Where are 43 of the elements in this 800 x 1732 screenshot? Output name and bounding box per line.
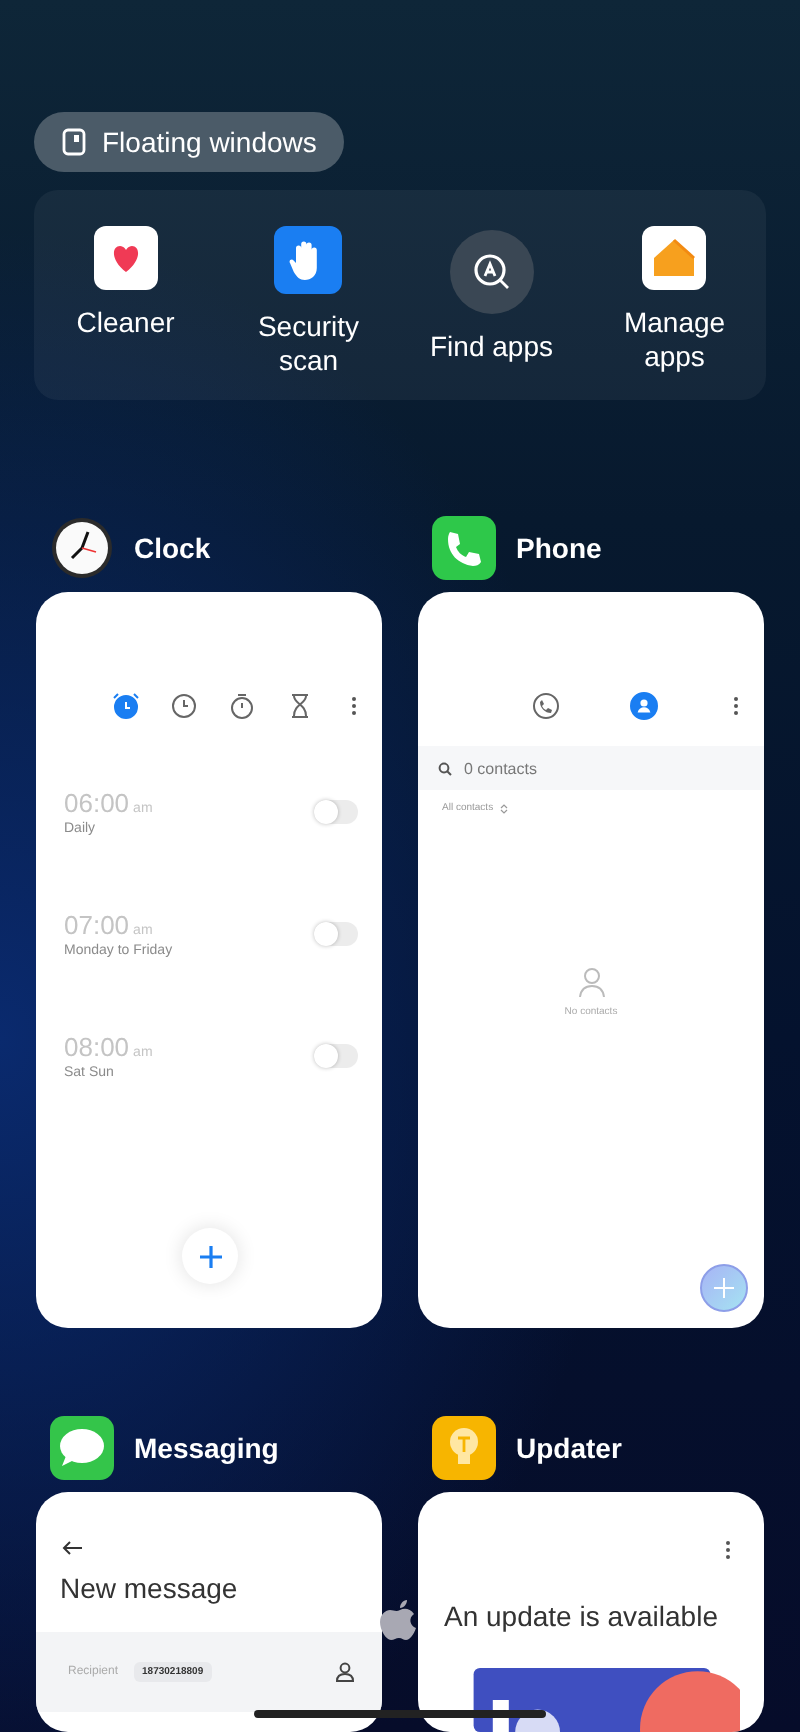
shortcut-button[interactable]: Find apps <box>400 226 583 365</box>
light-bulb-icon <box>432 1416 496 1480</box>
phone-icon <box>432 516 496 580</box>
window-icon <box>62 128 86 157</box>
alarm-toggle[interactable] <box>314 921 358 945</box>
add-button[interactable] <box>182 1228 238 1284</box>
person-icon <box>577 966 605 998</box>
app-title: Messaging <box>134 1432 279 1464</box>
search-icon <box>449 230 534 315</box>
search-input[interactable]: 0 contacts <box>464 759 664 777</box>
chat-bubble-icon <box>50 1416 114 1480</box>
house-icon <box>642 226 707 291</box>
app-preview-card[interactable]: An update is available <box>418 1492 764 1732</box>
hourglass-icon[interactable] <box>286 692 314 720</box>
update-heading: An update is available <box>444 1600 720 1632</box>
app-title: Updater <box>516 1432 622 1464</box>
stopwatch-icon[interactable] <box>228 692 256 720</box>
more-icon[interactable] <box>350 696 358 716</box>
shortcut-button[interactable]: Security scan <box>217 226 400 379</box>
clock-icon[interactable] <box>170 692 198 720</box>
app-title: Phone <box>516 532 602 564</box>
floating-windows-button[interactable]: Floating windows <box>34 112 345 173</box>
alarm-toggle[interactable] <box>314 799 358 823</box>
back-arrow-icon[interactable] <box>62 1540 82 1556</box>
app-title: Clock <box>134 532 211 564</box>
more-icon[interactable] <box>724 1540 732 1560</box>
hand-icon <box>274 226 343 295</box>
clock-icon <box>50 516 114 580</box>
shortcut-button[interactable]: Manage apps <box>583 226 766 375</box>
plus-icon <box>199 1245 221 1267</box>
more-icon[interactable] <box>732 696 740 716</box>
person-icon[interactable] <box>336 1662 354 1682</box>
apple-icon <box>380 1596 420 1644</box>
screen-title: New message <box>60 1572 240 1604</box>
alarm-clock-icon[interactable] <box>112 692 140 720</box>
add-button[interactable] <box>700 1264 748 1312</box>
shortcut-button[interactable]: Cleaner <box>34 226 217 341</box>
contact-icon[interactable] <box>630 692 658 720</box>
phone-icon[interactable] <box>532 692 560 720</box>
search-icon <box>438 761 452 775</box>
plus-icon <box>714 1278 734 1298</box>
sort-icon <box>499 803 508 813</box>
alarm-toggle[interactable] <box>314 1043 358 1067</box>
